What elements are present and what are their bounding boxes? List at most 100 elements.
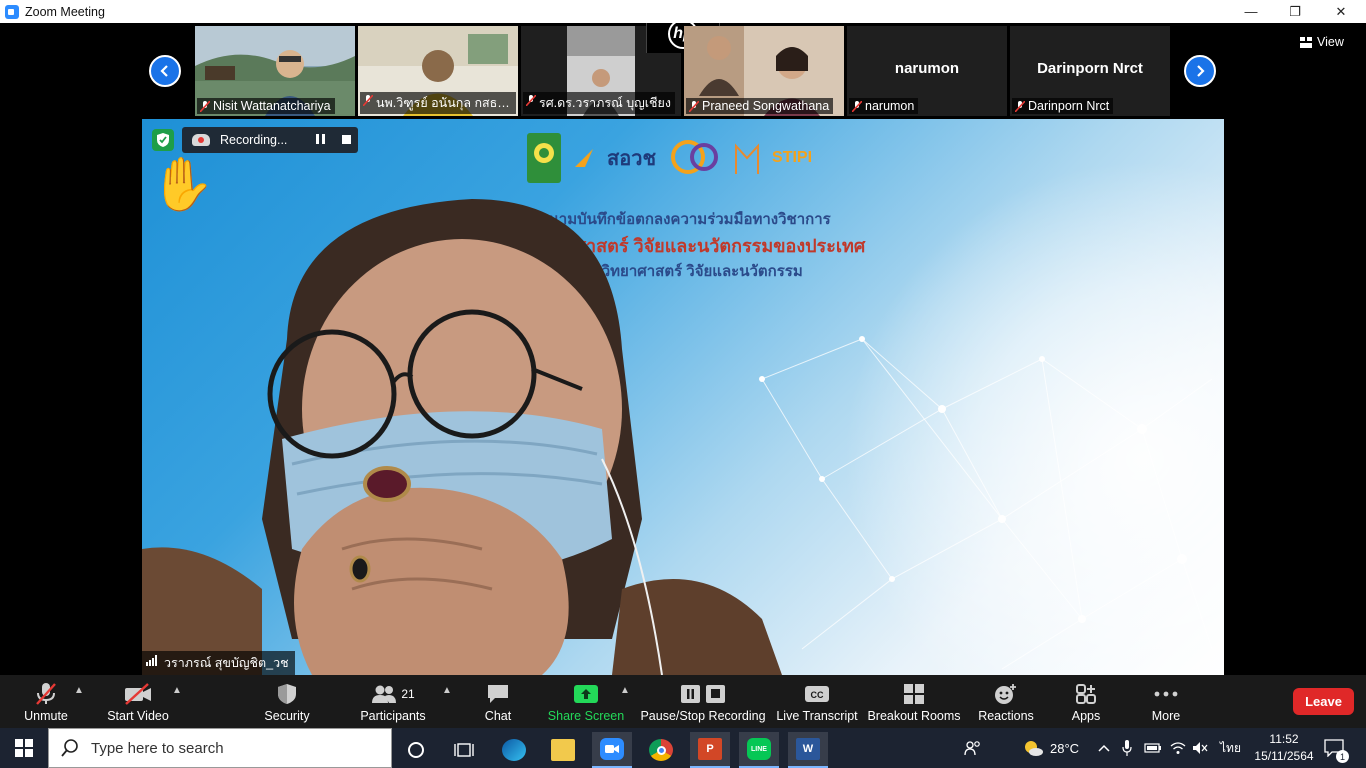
participant-thumbnail[interactable]: Praneed Songwathana	[684, 26, 844, 116]
microphone-tray-icon[interactable]	[1122, 728, 1132, 768]
video-off-icon	[125, 683, 151, 705]
volume-muted-icon	[1193, 742, 1208, 754]
action-center-button[interactable]: 1	[1324, 728, 1349, 768]
stop-recording-icon[interactable]	[342, 135, 351, 144]
audio-options-chevron-icon[interactable]: ▲	[74, 685, 84, 696]
taskbar-chrome[interactable]	[641, 732, 681, 768]
live-transcript-button[interactable]: CC Live Transcript	[776, 675, 858, 728]
participant-thumbnail[interactable]: นพ.วิฑูรย์ อนันกุล กสธฉ....	[358, 26, 518, 116]
closed-captions-icon: CC	[805, 686, 829, 702]
prev-page-button[interactable]	[149, 55, 181, 87]
windows-logo-icon	[15, 739, 33, 757]
chevron-left-icon	[160, 65, 168, 77]
participant-thumbnail[interactable]: Nisit Wattanatchariya	[195, 26, 355, 116]
close-button[interactable]: ✕	[1318, 0, 1364, 23]
wifi-tray-icon[interactable]	[1170, 728, 1186, 768]
participant-thumbnail[interactable]: Darinporn Nrct Darinporn Nrct	[1010, 26, 1170, 116]
participant-name: narumon	[849, 98, 919, 114]
clock-time: 11:52	[1269, 732, 1299, 746]
taskbar-clock[interactable]: 11:52 15/11/2564	[1248, 731, 1320, 765]
window-title: Zoom Meeting	[25, 4, 105, 19]
word-icon: W	[796, 738, 820, 760]
view-button[interactable]: View	[1300, 35, 1344, 49]
people-tray-icon[interactable]	[964, 728, 982, 768]
share-options-chevron-icon[interactable]: ▲	[620, 685, 630, 696]
weather-widget[interactable]: 28°C	[1022, 728, 1079, 768]
reactions-button[interactable]: Reactions	[978, 675, 1034, 728]
zoom-app-icon	[5, 4, 19, 19]
taskbar-powerpoint[interactable]: P	[690, 732, 730, 768]
taskbar-line[interactable]: LINE	[739, 732, 779, 768]
partly-sunny-icon	[1025, 741, 1043, 756]
participant-name: Nisit Wattanatchariya	[197, 98, 335, 114]
edge-icon	[502, 739, 526, 761]
cloud-recording-icon	[192, 134, 210, 146]
breakout-rooms-icon	[904, 684, 924, 704]
next-page-button[interactable]	[1184, 55, 1216, 87]
cortana-button[interactable]	[396, 732, 436, 768]
chevron-right-icon	[1197, 65, 1205, 77]
taskbar-word[interactable]: W	[788, 732, 828, 768]
minimize-button[interactable]: —	[1228, 0, 1274, 23]
participant-name: รศ.ดร.วราภรณ์ บุญเชียง	[523, 92, 675, 114]
battery-tray-icon[interactable]	[1144, 728, 1162, 768]
participants-options-chevron-icon[interactable]: ▲	[442, 685, 452, 696]
svg-text:CC: CC	[811, 690, 824, 700]
chrome-icon	[649, 739, 673, 761]
powerpoint-icon: P	[698, 738, 722, 760]
security-button[interactable]: Security	[262, 675, 312, 728]
wifi-icon	[1170, 742, 1186, 754]
maximize-button[interactable]: ❐	[1272, 0, 1318, 23]
input-language-indicator[interactable]: ไทย	[1220, 728, 1241, 768]
line-app-icon: LINE	[747, 738, 771, 760]
meeting-stage: Nisit Wattanatchariya นพ.วิฑูรย์ อนันกุล…	[0, 19, 1366, 675]
breakout-rooms-button[interactable]: Breakout Rooms	[867, 675, 961, 728]
show-hidden-icons-button[interactable]	[1098, 728, 1110, 768]
active-speaker-nameplate: วราภรณ์ สุขบัญชิต_วช	[142, 651, 295, 675]
participant-name: นพ.วิฑูรย์ อนันกุล กสธฉ....	[360, 92, 516, 114]
zoom-icon	[600, 738, 624, 760]
notification-count-badge: 1	[1336, 750, 1349, 763]
grid-view-icon	[1300, 36, 1312, 48]
start-video-button[interactable]: Start Video	[106, 675, 170, 728]
task-view-button[interactable]	[444, 732, 484, 768]
more-button[interactable]: More	[1146, 675, 1186, 728]
encryption-shield-icon[interactable]	[152, 129, 174, 151]
meeting-toolbar: Unmute ▲ Start Video ▲ Security 21 Parti…	[0, 675, 1366, 728]
pause-stop-recording-button[interactable]: Pause/Stop Recording	[640, 675, 766, 728]
muted-mic-icon	[363, 95, 373, 106]
participant-thumbnail[interactable]: narumon narumon	[847, 26, 1007, 116]
clock-date: 15/11/2564	[1254, 749, 1314, 763]
chat-bubble-icon	[488, 685, 508, 703]
taskbar-zoom[interactable]	[592, 732, 632, 768]
taskbar-search-box[interactable]: Type here to search	[48, 728, 392, 768]
pause-recording-icon[interactable]	[316, 134, 326, 146]
participant-name: Darinporn Nrct	[1012, 98, 1114, 114]
people-icon	[964, 741, 980, 756]
taskbar-file-explorer[interactable]	[543, 732, 583, 768]
taskbar-edge[interactable]	[494, 732, 534, 768]
connection-signal-icon	[146, 655, 157, 666]
volume-tray-icon[interactable]	[1192, 728, 1208, 768]
microphone-icon	[1122, 740, 1132, 756]
pause-stop-icon	[681, 685, 725, 703]
chat-button[interactable]: Chat	[478, 675, 518, 728]
leave-meeting-button[interactable]: Leave	[1293, 688, 1354, 715]
apps-icon	[1076, 684, 1096, 704]
battery-icon	[1144, 743, 1161, 753]
apps-button[interactable]: Apps	[1066, 675, 1106, 728]
windows-start-button[interactable]	[0, 728, 48, 768]
share-screen-button[interactable]: Share Screen	[548, 675, 624, 728]
unmute-button[interactable]: Unmute	[18, 675, 74, 728]
participants-button[interactable]: 21 Participants	[360, 675, 426, 728]
muted-mic-icon	[200, 101, 210, 112]
muted-microphone-icon	[36, 683, 56, 705]
active-speaker-video: สอวช STIPI ลงนามบันทึกข้อตกลงความร่วมมือ…	[142, 119, 1224, 675]
video-options-chevron-icon[interactable]: ▲	[172, 685, 182, 696]
participants-icon	[372, 685, 397, 703]
muted-mic-icon	[1015, 101, 1025, 112]
smiley-plus-icon	[995, 684, 1016, 704]
cortana-circle-icon	[408, 742, 424, 758]
muted-mic-icon	[689, 101, 699, 112]
shield-icon	[278, 684, 296, 704]
